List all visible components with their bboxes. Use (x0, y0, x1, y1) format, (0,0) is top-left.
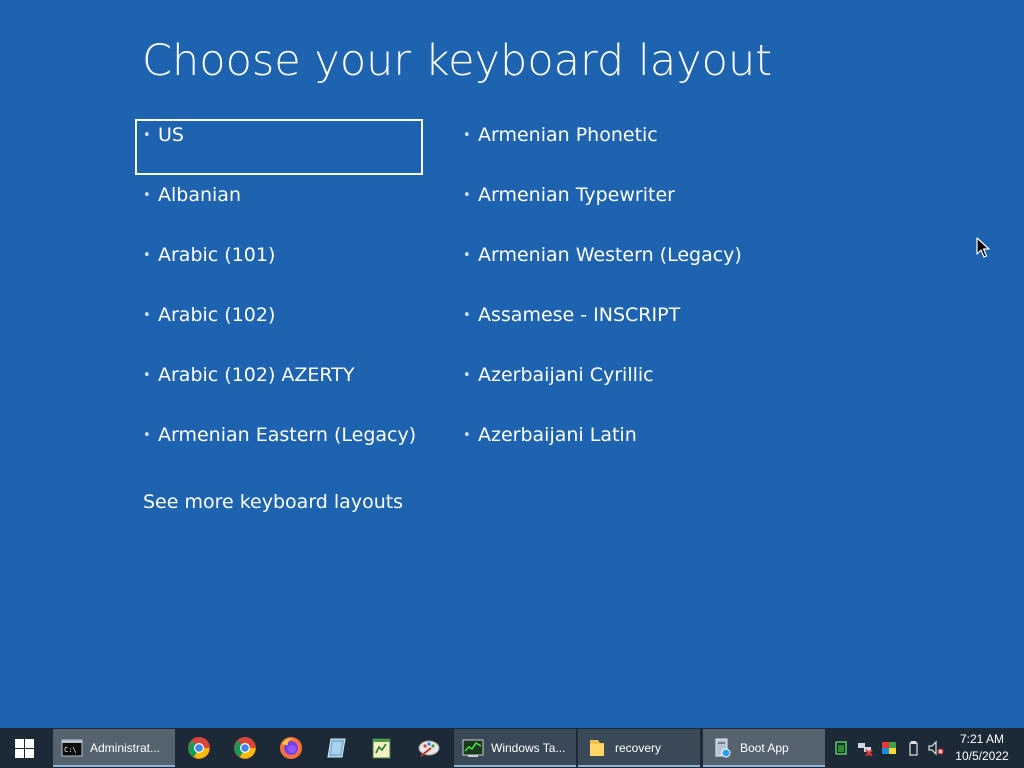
taskbar-button-label: Windows Ta... (491, 741, 566, 755)
bullet-icon: • (143, 428, 151, 443)
firefox-icon[interactable] (279, 736, 303, 760)
svg-text:C:\: C:\ (64, 746, 77, 754)
chrome-icon[interactable] (233, 736, 257, 760)
taskbar-button-label: Boot App (740, 741, 789, 755)
taskbar-button-label: recovery (615, 741, 662, 755)
display-color-icon[interactable] (881, 740, 897, 756)
layout-option-label: Armenian Typewriter (478, 184, 675, 206)
clock-date: 10/5/2022 (955, 749, 1009, 763)
layout-option-albanian[interactable]: • Albanian (135, 179, 423, 235)
recovery-screen: Choose your keyboard layout • US • Alban… (0, 0, 1024, 768)
layout-option-label: Arabic (101) (158, 244, 276, 266)
mouse-cursor-icon (976, 237, 990, 258)
bullet-icon: • (143, 188, 151, 203)
cmd-icon: C:\ (61, 739, 83, 757)
bullet-icon: • (463, 188, 471, 203)
layout-option-label: Armenian Phonetic (478, 124, 658, 146)
boot-app-icon (715, 738, 731, 758)
paint-icon[interactable] (417, 736, 441, 760)
app-icon[interactable] (325, 736, 349, 760)
bullet-icon: • (463, 248, 471, 263)
layout-option-azerbaijani-cyrillic[interactable]: • Azerbaijani Cyrillic (455, 359, 743, 415)
layout-option-armenian-typewriter[interactable]: • Armenian Typewriter (455, 179, 743, 235)
usb-drive-icon[interactable] (905, 740, 921, 756)
taskbar-button-task-manager[interactable]: Windows Ta... (454, 729, 576, 767)
layout-option-arabic-102-azerty[interactable]: • Arabic (102) AZERTY (135, 359, 423, 415)
layout-option-azerbaijani-latin[interactable]: • Azerbaijani Latin (455, 419, 743, 475)
bullet-icon: • (143, 128, 151, 143)
layout-option-armenian-phonetic[interactable]: • Armenian Phonetic (455, 119, 743, 175)
clock-time: 7:21 AM (959, 732, 1005, 746)
bullet-icon: • (143, 248, 151, 263)
layout-option-label: Armenian Western (Legacy) (478, 244, 742, 266)
folder-icon (590, 740, 604, 756)
layout-option-label: Azerbaijani Cyrillic (478, 364, 654, 386)
bullet-icon: • (143, 308, 151, 323)
system-clock[interactable]: 7:21 AM 10/5/2022 (950, 731, 1014, 765)
layout-option-label: Azerbaijani Latin (478, 424, 637, 446)
layout-option-label: Assamese - INSCRIPT (478, 304, 681, 326)
windows-logo-icon (15, 739, 34, 758)
bullet-icon: • (143, 368, 151, 383)
bullet-icon: • (463, 368, 471, 383)
layout-option-arabic-101[interactable]: • Arabic (101) (135, 239, 423, 295)
layout-option-label: Armenian Eastern (Legacy) (158, 424, 417, 446)
taskbar-button-recovery[interactable]: recovery (578, 729, 700, 767)
chrome-icon[interactable] (187, 736, 211, 760)
network-error-icon[interactable] (857, 740, 873, 756)
layout-option-us[interactable]: • US (135, 119, 423, 175)
bullet-icon: • (463, 128, 471, 143)
layout-option-label: Albanian (158, 184, 241, 206)
layout-option-label: Arabic (102) AZERTY (158, 364, 355, 386)
taskbar: C:\ Administrat... Windows Ta... recover… (0, 728, 1024, 768)
layout-option-assamese-inscript[interactable]: • Assamese - INSCRIPT (455, 299, 743, 355)
layout-option-label: US (158, 124, 184, 146)
bullet-icon: • (463, 308, 471, 323)
taskbar-button-boot-app[interactable]: Boot App (703, 729, 825, 767)
taskbar-button-administrator[interactable]: C:\ Administrat... (53, 729, 175, 767)
layout-option-armenian-eastern-legacy[interactable]: • Armenian Eastern (Legacy) (135, 419, 423, 475)
taskbar-button-label: Administrat... (90, 741, 161, 755)
layout-option-label: Arabic (102) (158, 304, 276, 326)
battery-green-icon[interactable] (833, 740, 849, 756)
notepad-icon[interactable] (370, 736, 394, 760)
volume-muted-icon[interactable] (928, 740, 944, 756)
see-more-layouts-link[interactable]: See more keyboard layouts (143, 491, 403, 513)
start-button[interactable] (0, 728, 48, 768)
layout-option-arabic-102[interactable]: • Arabic (102) (135, 299, 423, 355)
bullet-icon: • (463, 428, 471, 443)
task-manager-icon (462, 739, 484, 757)
layout-option-armenian-western-legacy[interactable]: • Armenian Western (Legacy) (455, 239, 743, 295)
keyboard-layout-list: • US • Albanian • Arabic (101) • Arabic … (0, 0, 1024, 520)
